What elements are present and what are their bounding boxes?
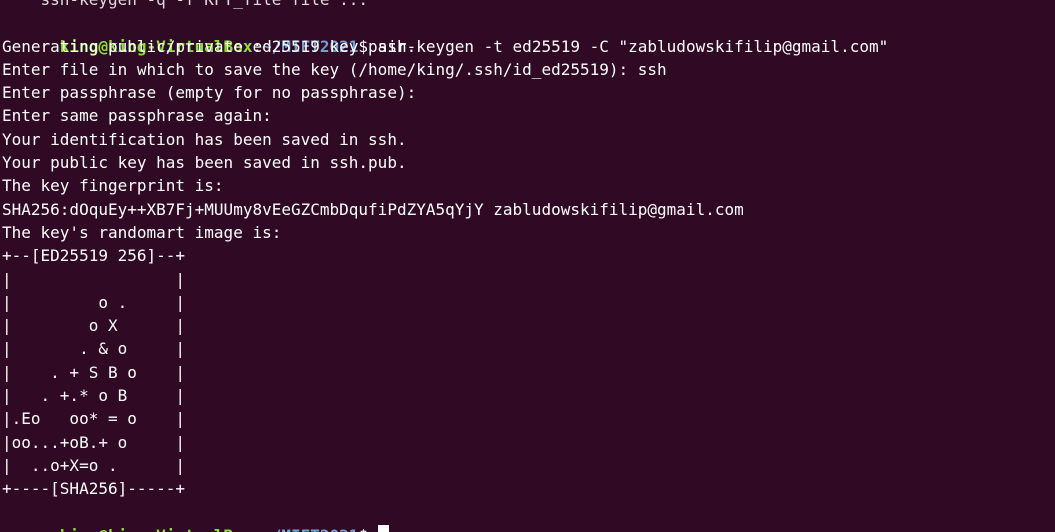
randomart-line: |oo...+oB.+ o |	[2, 432, 186, 452]
randomart-line: +----[SHA256]-----+	[2, 479, 186, 499]
prompt-path: ~/MIFT2021	[262, 526, 358, 532]
output-line: Enter passphrase (empty for no passphras…	[2, 83, 417, 103]
randomart-line: |.Eo oo* = o |	[2, 409, 186, 429]
randomart-line: | . +.* o B |	[2, 386, 186, 406]
text-cursor[interactable]	[377, 524, 389, 532]
randomart-line: | . & o |	[2, 339, 186, 359]
prompt-user-host: king@king-VirtualBox	[60, 526, 253, 532]
output-line: Your public key has been saved in ssh.pu…	[2, 153, 407, 173]
randomart-line: | . + S B o |	[2, 362, 186, 382]
randomart-line: | o . |	[2, 292, 186, 312]
terminal-window[interactable]: ssh-keygen -q -f KFT_file file ... king@…	[0, 0, 1055, 532]
terminal-screen: ssh-keygen -q -f KFT_file file ... king@…	[2, 0, 1055, 532]
terminal-line-partial: ssh-keygen -q -f KFT_file file ...	[2, 0, 1055, 11]
randomart-line: | |	[2, 269, 186, 289]
command-text: ssh-keygen -t ed25519 -C "zabludowskifil…	[377, 36, 889, 56]
output-line: The key's randomart image is:	[2, 222, 282, 242]
output-line: Enter file in which to save the key (/ho…	[2, 59, 667, 79]
randomart-line: | ..o+X=o . |	[2, 455, 186, 475]
output-line: Your identification has been saved in ss…	[2, 129, 407, 149]
prompt-symbol: $	[358, 526, 377, 532]
command-line: king@king-VirtualBox:~/MIFT2021$ ssh-key…	[2, 11, 1055, 56]
randomart-line: | o X |	[2, 316, 186, 336]
randomart-line: +--[ED25519 256]--+	[2, 246, 186, 266]
active-prompt-line[interactable]: king@king-VirtualBox:~/MIFT2021$	[2, 501, 1055, 532]
output-line: The key fingerprint is:	[2, 176, 224, 196]
prompt-separator: :	[252, 526, 262, 532]
fingerprint-line: SHA256:dOquEy++XB7Fj+MUUmy8vEeGZCmbDqufi…	[2, 199, 744, 219]
output-line: Enter same passphrase again:	[2, 106, 272, 126]
